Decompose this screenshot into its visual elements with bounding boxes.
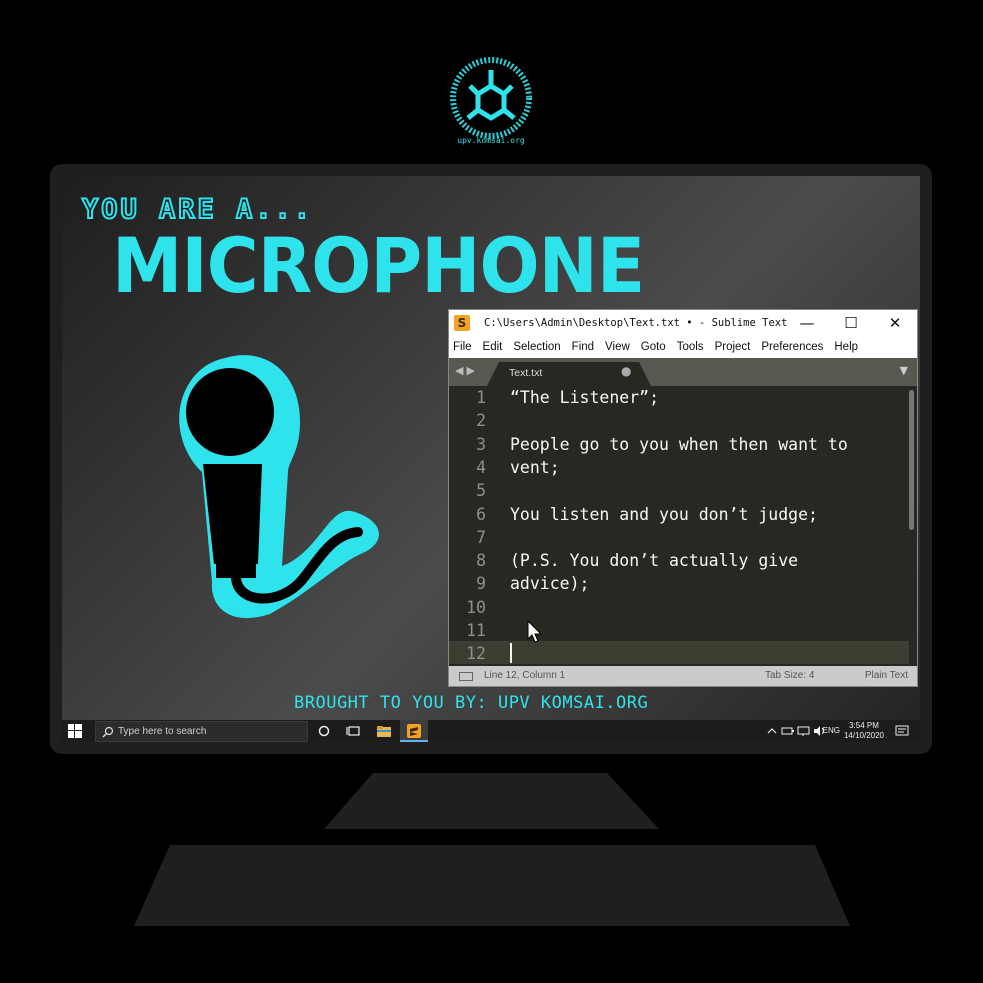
- code-line: 12: [449, 642, 909, 665]
- line-text: People go to you when then want to: [510, 434, 848, 454]
- panel-toggle-icon[interactable]: [459, 672, 473, 681]
- network-icon[interactable]: [796, 723, 812, 739]
- minimize-button[interactable]: —: [785, 310, 829, 336]
- close-button[interactable]: ✕: [873, 310, 917, 336]
- tray-chevron-up-icon[interactable]: [764, 723, 780, 739]
- code-line: 1 “The Listener”;: [449, 386, 909, 409]
- line-number: 9: [476, 574, 486, 594]
- line-number: 11: [466, 621, 486, 640]
- line-text: You listen and you don’t judge;: [510, 504, 818, 524]
- line-number: 8: [476, 551, 486, 571]
- task-view-icon[interactable]: [346, 723, 362, 739]
- battery-icon[interactable]: [780, 723, 796, 739]
- code-line: 5: [449, 479, 909, 502]
- menu-file[interactable]: File: [453, 341, 472, 353]
- line-number: 3: [476, 434, 486, 454]
- microphone-icon: [179, 355, 379, 619]
- tab-label[interactable]: Text.txt: [509, 367, 542, 379]
- maximize-button[interactable]: ☐: [829, 310, 873, 336]
- clock-time: 3:54 PM: [849, 721, 879, 730]
- line-number: 5: [476, 481, 486, 501]
- code-line: 7: [449, 526, 909, 549]
- code-line: 2: [449, 409, 909, 432]
- menu-selection[interactable]: Selection: [513, 341, 560, 353]
- menu-project[interactable]: Project: [715, 341, 751, 353]
- code-line: 11: [449, 619, 909, 642]
- search-placeholder: Type here to search: [118, 726, 207, 737]
- menu-find[interactable]: Find: [572, 341, 594, 353]
- editor-area[interactable]: 1 “The Listener”; 2 3 People go to you whe…: [449, 386, 917, 666]
- sublime-app-icon: S: [454, 315, 470, 331]
- line-number: 6: [476, 504, 486, 524]
- tab-dropdown-icon[interactable]: ▼: [900, 364, 908, 377]
- editor-scrollbar[interactable]: [909, 390, 914, 530]
- tab-bar: ◀▶ Text.txt ● ▼: [449, 358, 917, 386]
- code-line: 3 People go to you when then want to: [449, 433, 909, 456]
- line-number: 7: [476, 527, 486, 547]
- line-number: 10: [466, 597, 486, 617]
- windows-start-icon[interactable]: [68, 724, 82, 738]
- status-syntax[interactable]: Plain Text: [865, 670, 908, 681]
- menu-preferences[interactable]: Preferences: [761, 341, 823, 353]
- title-microphone: MICROPHONE: [112, 221, 645, 310]
- taskbar-search-input[interactable]: Type here to search: [95, 721, 308, 742]
- menu-help[interactable]: Help: [834, 341, 858, 353]
- line-text: “The Listener”;: [510, 388, 660, 407]
- line-number: 4: [476, 457, 486, 477]
- file-explorer-icon[interactable]: [376, 723, 392, 739]
- cortana-icon[interactable]: [316, 723, 332, 739]
- code-line: 10: [449, 596, 909, 619]
- line-text: advice);: [510, 574, 590, 594]
- status-position: Line 12, Column 1: [484, 670, 566, 681]
- taskbar-clock[interactable]: 3:54 PM 14/10/2020: [844, 721, 884, 741]
- line-text: vent;: [510, 457, 560, 477]
- logo-url: upv.komsai.org: [457, 136, 525, 145]
- code-line: 9 advice);: [449, 572, 909, 595]
- menu-edit[interactable]: Edit: [483, 341, 503, 353]
- text-caret: [510, 643, 512, 663]
- code-line: 6 You listen and you don’t judge;: [449, 503, 909, 526]
- status-bar: Line 12, Column 1 Tab Size: 4 Plain Text: [449, 666, 917, 686]
- menu-bar: File Edit Selection Find View Goto Tools…: [449, 336, 917, 358]
- window-titlebar[interactable]: S C:\Users\Admin\Desktop\Text.txt • - Su…: [449, 310, 917, 336]
- clock-date: 14/10/2020: [843, 731, 884, 740]
- line-number: 1: [476, 388, 486, 407]
- code-line: 4 vent;: [449, 456, 909, 479]
- line-number: 12: [466, 644, 486, 664]
- code-line: 8 (P.S. You don’t actually give: [449, 549, 909, 572]
- menu-goto[interactable]: Goto: [641, 341, 666, 353]
- sublime-taskbar-icon: [407, 724, 421, 738]
- menu-tools[interactable]: Tools: [677, 341, 704, 353]
- komsai-logo: [450, 57, 532, 139]
- line-text: (P.S. You don’t actually give: [510, 551, 799, 571]
- credit-text: BROUGHT TO YOU BY: UPV KOMSAI.ORG: [294, 693, 649, 713]
- menu-view[interactable]: View: [605, 341, 630, 353]
- unsaved-dot-icon[interactable]: ●: [621, 364, 631, 378]
- search-icon: [102, 726, 114, 738]
- notification-center-icon[interactable]: [894, 723, 910, 739]
- window-title: C:\Users\Admin\Desktop\Text.txt • - Subl…: [484, 317, 788, 329]
- windows-taskbar: Type here to search ENG 3:54 PM 14/10/20…: [62, 720, 920, 742]
- language-indicator[interactable]: ENG: [823, 726, 840, 735]
- status-tab-size[interactable]: Tab Size: 4: [765, 670, 814, 681]
- sublime-window[interactable]: S C:\Users\Admin\Desktop\Text.txt • - Su…: [449, 310, 917, 686]
- mouse-pointer-icon: [527, 620, 543, 643]
- line-number: 2: [476, 411, 486, 431]
- tab-nav-arrows-icon[interactable]: ◀▶: [455, 364, 478, 377]
